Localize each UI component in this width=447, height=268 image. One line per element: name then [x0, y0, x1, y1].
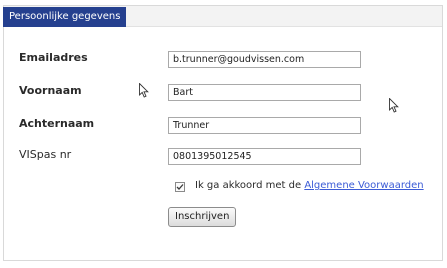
mouse-pointer-icon — [389, 98, 399, 113]
last-name-field[interactable]: Trunner — [168, 117, 361, 134]
terms-label: Ik ga akkoord met de — [195, 180, 302, 191]
first-name-label: Voornaam — [19, 84, 82, 97]
terms-link[interactable]: Algemene Voorwaarden — [304, 180, 423, 191]
first-name-field[interactable]: Bart — [168, 84, 361, 101]
terms-checkbox[interactable] — [175, 182, 185, 192]
last-name-label: Achternaam — [19, 117, 95, 130]
email-label: Emailadres — [19, 51, 88, 64]
vispas-field[interactable]: 0801395012545 — [168, 148, 361, 165]
vispas-label: VISpas nr — [19, 148, 72, 161]
mouse-pointer-icon — [139, 83, 149, 98]
email-field[interactable]: b.trunner@goudvissen.com — [168, 51, 361, 68]
checkmark-icon — [176, 184, 184, 190]
section-title: Persoonlijke gegevens — [3, 7, 127, 27]
terms-text: Ik ga akkoord met de Algemene Voorwaarde… — [195, 179, 424, 193]
submit-button[interactable]: Inschrijven — [168, 207, 237, 227]
